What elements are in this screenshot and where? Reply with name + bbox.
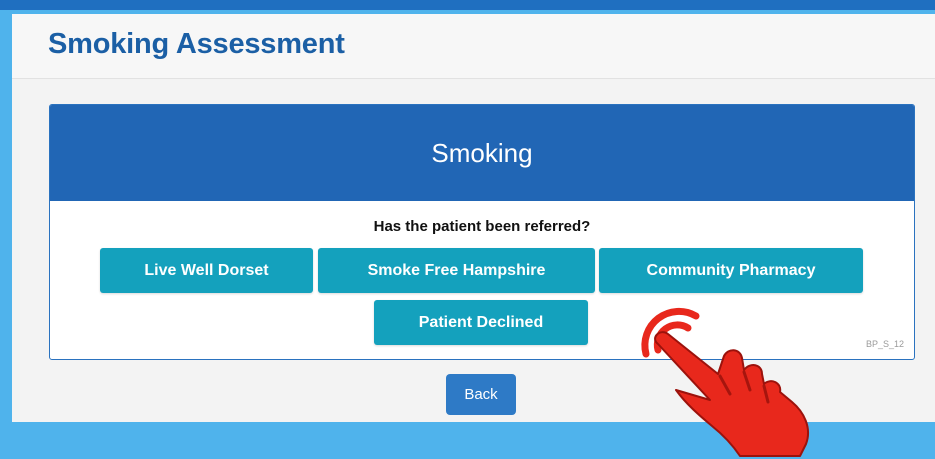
community-pharmacy-button[interactable]: Community Pharmacy <box>599 248 863 293</box>
back-button[interactable]: Back <box>446 374 516 415</box>
window-top-bar <box>0 0 935 10</box>
page-header: Smoking Assessment <box>12 14 935 79</box>
live-well-dorset-button[interactable]: Live Well Dorset <box>100 248 313 293</box>
screen-code: BP_S_12 <box>865 339 904 349</box>
referral-question: Has the patient been referred? <box>373 218 591 235</box>
panel-header: Smoking <box>50 105 914 201</box>
pointing-hand-icon <box>641 307 810 457</box>
patient-declined-button[interactable]: Patient Declined <box>374 300 588 345</box>
page-title: Smoking Assessment <box>48 28 345 60</box>
panel-title: Smoking <box>431 137 533 168</box>
smoke-free-hampshire-button[interactable]: Smoke Free Hampshire <box>318 248 595 293</box>
